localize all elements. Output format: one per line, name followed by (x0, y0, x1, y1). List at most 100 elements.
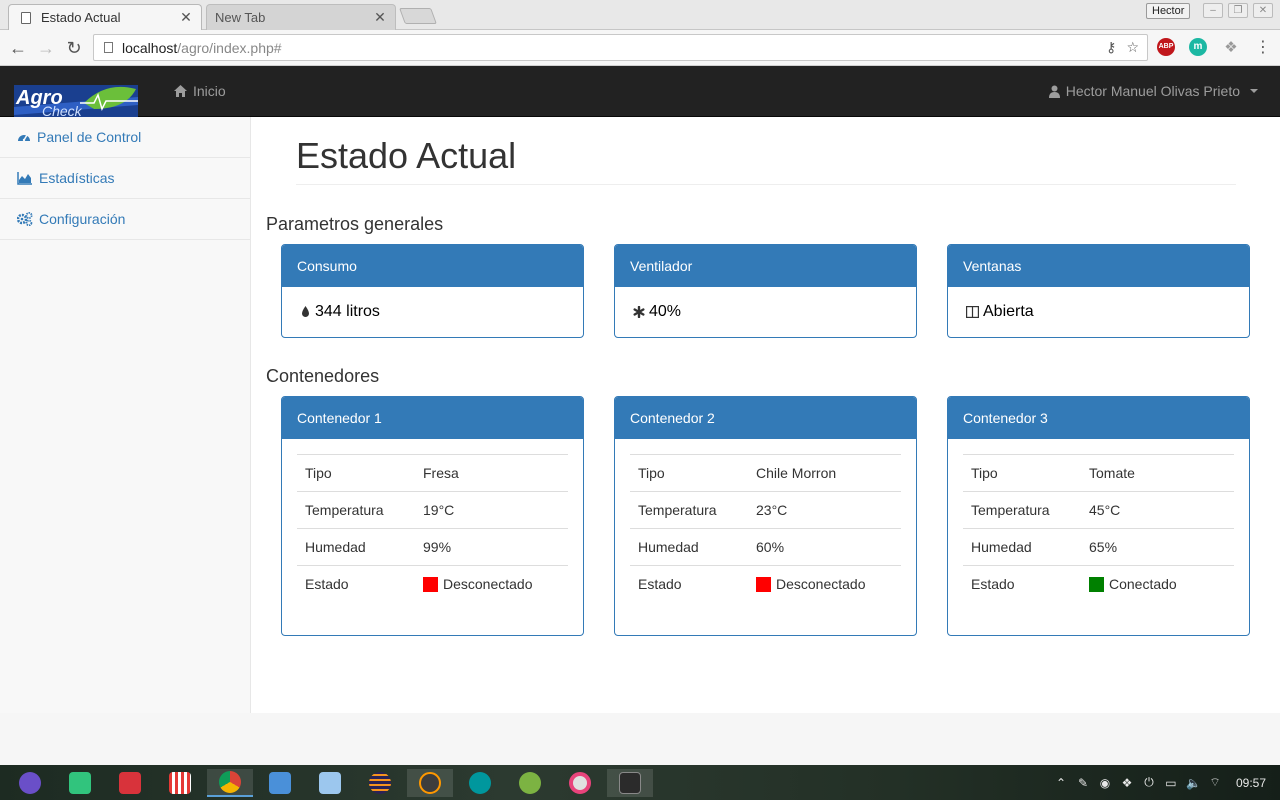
chrome-tray-icon[interactable]: ◉ (1098, 776, 1112, 790)
virtualbox-icon[interactable] (307, 769, 353, 797)
close-window-icon[interactable]: ✕ (1253, 3, 1273, 18)
arduino-icon[interactable] (457, 769, 503, 797)
panel-title: Ventilador (615, 245, 916, 287)
sidebar-item-label: Configuración (39, 211, 126, 227)
table-row: Humedad 65% (963, 528, 1234, 566)
page-info-icon[interactable] (104, 42, 113, 53)
main-content: Estado Actual Parametros generales Consu… (251, 117, 1280, 713)
tab-title: New Tab (215, 10, 266, 25)
panel-title: Ventanas (948, 245, 1249, 287)
sidebar-item-configuracion[interactable]: Configuración (0, 199, 250, 240)
status-indicator (423, 577, 438, 593)
sidebar: Panel de Control Estadísticas Configurac… (0, 117, 251, 713)
chevron-up-icon[interactable]: ⌃ (1054, 776, 1068, 790)
os-taskbar: ⌃ ✎ ◉ ❖ ⏻ ▭ 🔈 ⌔ 09:57 (0, 765, 1280, 800)
files-icon[interactable] (257, 769, 303, 797)
table-row: Temperatura 23°C (630, 491, 901, 529)
tab-new-tab[interactable]: New Tab ✕ (206, 4, 396, 30)
pen-icon[interactable]: ✎ (1076, 776, 1090, 790)
nav-home-label: Inicio (193, 83, 226, 99)
asterisk-icon (633, 306, 645, 318)
table-row: Estado Desconectado (630, 565, 901, 603)
reload-icon[interactable]: ↻ (64, 38, 84, 58)
panel-body: Tipo Fresa Temperatura 19°C Humedad 99% Est… (282, 439, 583, 618)
address-bar[interactable]: localhost/agro/index.php# ⚷ ☆ (93, 34, 1148, 61)
panel-ventilador: Ventilador 40% (614, 244, 917, 338)
table-row: Estado Desconectado (297, 565, 568, 603)
table-row: Humedad 60% (630, 528, 901, 566)
dropbox-tray-icon[interactable]: ❖ (1120, 776, 1134, 790)
panel-ventanas: Ventanas Abierta (947, 244, 1250, 338)
tab-title: Estado Actual (41, 10, 121, 25)
tab-estado-actual[interactable]: Estado Actual ✕ (8, 4, 202, 30)
svg-text:Check: Check (42, 103, 83, 117)
power-icon[interactable]: ⏻ (1142, 775, 1156, 790)
container-table: Tipo Tomate Temperatura 45°C Humedad 65% Es… (963, 454, 1234, 603)
window-icon (966, 306, 979, 318)
status-indicator (756, 577, 771, 593)
dashboard-icon (18, 134, 30, 142)
sublime-icon[interactable] (407, 769, 453, 797)
title-divider (296, 184, 1236, 185)
table-row: Estado Conectado (963, 565, 1234, 603)
minimize-icon[interactable]: – (1203, 3, 1223, 18)
page-bottom-area (0, 713, 1280, 765)
back-icon[interactable]: ← (8, 38, 28, 58)
status-text: Conectado (1109, 576, 1177, 593)
url-host: localhost (122, 39, 178, 56)
wifi-icon[interactable]: ⌔ (1208, 775, 1222, 790)
sidebar-item-label: Estadísticas (39, 170, 115, 186)
user-menu[interactable]: Hector Manuel Olivas Prieto (1048, 66, 1258, 116)
status-indicator (1089, 577, 1104, 593)
key-icon[interactable]: ⚷ (1106, 39, 1116, 56)
status-text: Desconectado (776, 576, 866, 593)
page-title: Estado Actual (296, 135, 517, 176)
panel-contenedor-1: Contenedor 1 Tipo Fresa Temperatura 19°C H… (281, 396, 584, 636)
panel-contenedor-3: Contenedor 3 Tipo Tomate Temperatura 45°C … (947, 396, 1250, 636)
terminal-icon[interactable] (107, 769, 153, 797)
table-row: Humedad 99% (297, 528, 568, 566)
sidebar-item-estadisticas[interactable]: Estadísticas (0, 158, 250, 199)
page-icon (21, 11, 31, 24)
cogs-icon (17, 212, 33, 226)
extension-m-icon[interactable]: m (1189, 38, 1207, 56)
agrocheck-logo[interactable]: Agro Check (14, 83, 140, 119)
text-editor-icon[interactable] (607, 769, 653, 797)
browser-toolbar: ← → ↻ localhost/agro/index.php# ⚷ ☆ ABP … (0, 30, 1280, 66)
container-table: Tipo Fresa Temperatura 19°C Humedad 99% Est… (297, 454, 568, 603)
profile-button[interactable]: Hector (1146, 3, 1191, 19)
adblock-icon[interactable]: ABP (1157, 38, 1175, 56)
eclipse-icon[interactable] (357, 769, 403, 797)
user-icon (1048, 85, 1060, 98)
nav-home-link[interactable]: Inicio (174, 66, 226, 116)
bookmark-star-icon[interactable]: ☆ (1126, 39, 1139, 56)
popcorn-icon[interactable] (157, 769, 203, 797)
panel-body: Abierta (948, 287, 1249, 337)
menu-kebab-icon[interactable]: ⋮ (1253, 38, 1273, 58)
panel-body: 344 litros (282, 287, 583, 337)
launcher-icon[interactable] (7, 769, 53, 797)
close-tab-icon[interactable]: ✕ (373, 9, 387, 26)
close-tab-icon[interactable]: ✕ (179, 9, 193, 26)
app-navbar: Agro Check Inicio Hector Manuel Olivas P… (0, 66, 1280, 119)
panel-consumo: Consumo 344 litros (281, 244, 584, 338)
maximize-icon[interactable]: ❐ (1228, 3, 1248, 18)
battery-icon[interactable]: ▭ (1164, 776, 1178, 790)
dropbox-icon[interactable]: ❖ (1221, 38, 1241, 58)
param-value: Abierta (983, 303, 1034, 320)
settings-icon[interactable] (557, 769, 603, 797)
forward-icon[interactable]: → (36, 38, 56, 58)
clock[interactable]: 09:57 (1236, 776, 1266, 790)
sidebar-item-panel-de-control[interactable]: Panel de Control (0, 117, 250, 158)
table-row: Temperatura 45°C (963, 491, 1234, 529)
phpstorm-icon[interactable] (57, 769, 103, 797)
container-table: Tipo Chile Morron Temperatura 23°C Humedad… (630, 454, 901, 603)
new-tab-button[interactable] (399, 8, 437, 24)
panel-title: Contenedor 3 (948, 397, 1249, 439)
android-studio-icon[interactable] (507, 769, 553, 797)
chrome-icon[interactable] (207, 769, 253, 797)
user-name: Hector Manuel Olivas Prieto (1065, 83, 1240, 99)
volume-icon[interactable]: 🔈 (1186, 776, 1201, 790)
panel-body: Tipo Chile Morron Temperatura 23°C Humedad… (615, 439, 916, 618)
table-row: Tipo Tomate (963, 454, 1234, 492)
